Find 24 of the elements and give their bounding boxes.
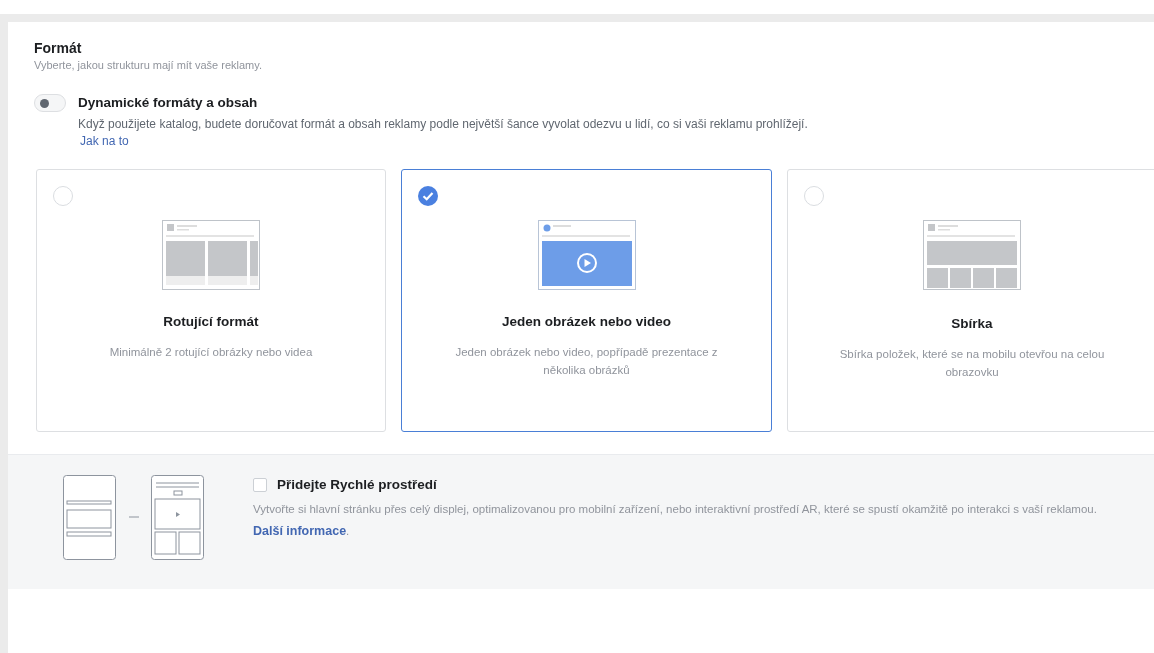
instant-description: Vytvořte si hlavní stránku přes celý displej, optimalizovanou pro mobilní zařízení, nebo interaktivní prostředí AR, které se spustí okamžitě po interakci s vaší reklamou. Další informace. bbox=[253, 502, 1098, 540]
format-description: Jeden obrázek nebo video, popřípadě prezentace z několika obrázků bbox=[454, 345, 719, 379]
radio-button[interactable] bbox=[804, 186, 824, 206]
collection-format-icon bbox=[923, 220, 1021, 292]
checkmark-icon bbox=[418, 186, 438, 206]
checkbox[interactable] bbox=[253, 477, 267, 492]
toggle-label: Dynamické formáty a obsah bbox=[78, 95, 259, 110]
help-link[interactable]: Jak na to bbox=[80, 134, 129, 148]
carousel-format-icon bbox=[162, 220, 260, 290]
section-title: Formát bbox=[34, 40, 83, 56]
toggle-switch[interactable] bbox=[34, 94, 66, 112]
toggle-description: Když použijete katalog, budete doručovat formát a obsah reklamy podle největší šance vyvolat odezvu u lidí, co si vaši reklamu prohlížejí. bbox=[78, 117, 808, 131]
format-title: Sbírka bbox=[951, 316, 993, 331]
section-subtitle: Vyberte, jakou strukturu mají mít vaše reklamy. bbox=[34, 59, 264, 71]
format-title: Rotující formát bbox=[163, 314, 259, 329]
format-card[interactable]: Sbírka Sbírka položek, které se na mobilu otevřou na celou obrazovku bbox=[787, 169, 1154, 432]
format-card[interactable]: Rotující formát Minimálně 2 rotující obrázky nebo videa bbox=[36, 169, 386, 432]
format-card[interactable]: Jeden obrázek nebo video Jeden obrázek nebo video, popřípadě prezentace z několika obrázků bbox=[401, 169, 772, 432]
checkbox-label: Přidejte Rychlé prostředí bbox=[277, 477, 437, 492]
format-description: Sbírka položek, které se na mobilu otevřou na celou obrazovku bbox=[838, 347, 1106, 381]
video-format-icon bbox=[537, 220, 636, 290]
format-description: Minimálně 2 rotující obrázky nebo videa bbox=[108, 345, 314, 360]
format-title: Jeden obrázek nebo video bbox=[502, 314, 671, 329]
radio-button[interactable] bbox=[53, 186, 73, 206]
